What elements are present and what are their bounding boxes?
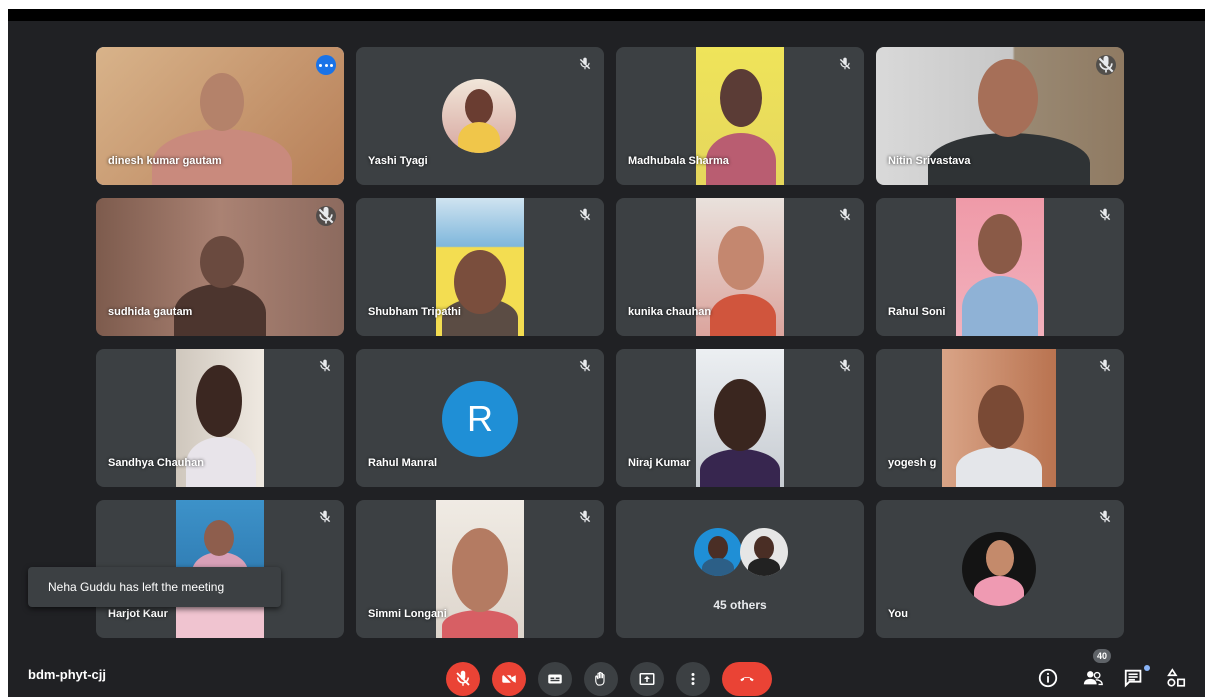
participant-video [956,198,1044,336]
toast-message: Neha Guddu has left the meeting [48,580,225,594]
more-options-vert-button[interactable] [676,662,710,696]
others-avatar-body [702,558,734,576]
participant-tile-shubham[interactable]: Shubham Tripathi [356,198,604,336]
mic-off-icon [1098,208,1112,222]
self-profile-photo [962,532,1036,606]
present-screen-button[interactable] [630,662,664,696]
screenshot-frame: dinesh kumar gautam Yashi Tyagi Madhubal… [8,9,1205,697]
profile-photo [442,79,516,153]
chat-button[interactable] [1123,667,1145,689]
others-avatar-1 [694,528,742,576]
participant-tile-madhubala[interactable]: Madhubala Sharma [616,47,864,185]
mic-off-icon [1098,359,1112,373]
participant-tile-yogesh[interactable]: yogesh g [876,349,1124,487]
mic-off-icon [318,510,332,524]
participant-name: Niraj Kumar [628,457,691,469]
participant-name: Rahul Manral [368,457,438,469]
participant-tile-sudhida[interactable]: sudhida gautam [96,198,344,336]
mic-toggle-button[interactable] [446,662,480,696]
participant-name: You [888,608,908,620]
captions-button[interactable] [538,662,572,696]
mic-off-icon [1096,55,1116,75]
mic-off-icon [838,57,852,71]
mic-off-icon [1098,510,1112,524]
participant-body [956,447,1042,487]
profile-head [465,89,493,125]
mic-off-icon [838,359,852,373]
participant-name: Sandhya Chauhan [108,457,204,469]
participant-name: Rahul Soni [888,306,946,318]
participant-tile-others[interactable]: 45 others [616,500,864,638]
participant-tile-dinesh[interactable]: dinesh kumar gautam [96,47,344,185]
participant-tile-simmi[interactable]: Simmi Longani [356,500,604,638]
self-profile-body [974,576,1024,606]
mic-off-icon [838,208,852,222]
participant-name: Madhubala Sharma [628,155,729,167]
participant-head [452,528,508,612]
raise-hand-button[interactable] [584,662,618,696]
notification-toast: Neha Guddu has left the meeting [28,567,281,607]
others-avatar-body [748,558,780,576]
participant-name: Yashi Tyagi [368,155,428,167]
chat-notification-dot [1144,665,1150,671]
participant-name: Simmi Longani [368,608,447,620]
participant-body [442,610,518,638]
participant-body [700,449,780,487]
mic-off-icon [578,510,592,524]
mic-off-icon [578,57,592,71]
participant-tile-rahul-soni[interactable]: Rahul Soni [876,198,1124,336]
participant-video [436,500,524,638]
mic-off-icon [578,208,592,222]
participant-head [196,365,242,437]
activities-button[interactable] [1165,667,1187,689]
meeting-window: dinesh kumar gautam Yashi Tyagi Madhubal… [8,21,1205,697]
participant-head [978,385,1024,449]
mic-off-icon [578,359,592,373]
participant-tile-niraj[interactable]: Niraj Kumar [616,349,864,487]
participant-name: kunika chauhan [628,306,712,318]
participant-tile-nitin[interactable]: Nitin Srivastava [876,47,1124,185]
participant-body [962,276,1038,336]
participant-tile-rahul-manral[interactable]: R Rahul Manral [356,349,604,487]
participant-body [710,294,776,336]
more-options-button[interactable] [316,55,336,75]
participant-tile-kunika[interactable]: kunika chauhan [616,198,864,336]
others-avatar-2 [740,528,788,576]
others-count: 45 others [713,598,767,612]
participant-tile-you[interactable]: You [876,500,1124,638]
camera-toggle-button[interactable] [492,662,526,696]
participant-count-badge: 40 [1093,649,1111,663]
leave-call-button[interactable] [722,662,772,696]
participant-head [714,379,766,451]
meeting-info-button[interactable] [1037,667,1059,689]
participant-video [942,349,1056,487]
participant-head [200,236,244,288]
participant-head [200,73,244,131]
participant-head [454,250,506,314]
participant-tile-yashi[interactable]: Yashi Tyagi [356,47,604,185]
participant-head [978,214,1022,274]
participant-name: sudhida gautam [108,306,193,318]
self-profile-head [986,540,1014,576]
participant-head [718,226,764,290]
meeting-code[interactable]: bdm-phyt-cjj [28,667,106,682]
mic-off-icon [318,359,332,373]
profile-body [458,122,500,153]
participant-head [720,69,762,127]
participant-video [696,349,784,487]
people-button[interactable] [1082,667,1104,689]
avatar-initial: R [442,381,518,457]
others-avatar-head [754,536,774,560]
participant-head [978,59,1038,137]
participant-name: yogesh g [888,457,937,469]
participant-name: dinesh kumar gautam [108,155,222,167]
participant-name: Harjot Kaur [108,608,168,620]
participant-head [204,520,234,556]
participant-name: Shubham Tripathi [368,306,461,318]
participant-tile-sandhya[interactable]: Sandhya Chauhan [96,349,344,487]
participant-name: Nitin Srivastava [888,155,971,167]
mic-off-icon [316,206,336,226]
others-avatar-head [708,536,728,560]
